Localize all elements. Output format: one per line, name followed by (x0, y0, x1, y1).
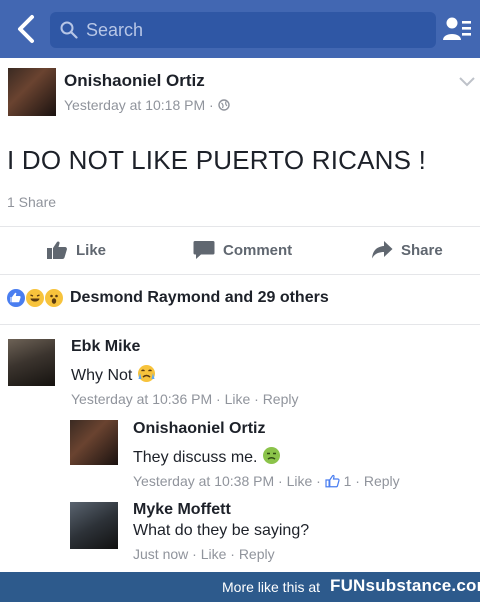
divider (0, 274, 480, 275)
post-body-text: I DO NOT LIKE PUERTO RICANS ! (7, 145, 427, 175)
reply-avatar[interactable] (70, 502, 118, 549)
comment-meta[interactable]: Yesterday at 10:36 PM · Like · Reply (71, 391, 299, 407)
top-bar: Search (0, 0, 480, 58)
post-author-name[interactable]: Onishaoniel Ortiz (64, 71, 205, 91)
reply-author-name[interactable]: Onishaoniel Ortiz (133, 420, 265, 438)
like-reaction-icon (6, 288, 26, 308)
share-button[interactable]: Share (371, 240, 461, 262)
commenter-avatar[interactable] (8, 339, 55, 386)
search-icon (60, 21, 78, 39)
comment-text: Why Not (71, 364, 156, 385)
share-count[interactable]: 1 Share (7, 194, 56, 210)
reply-time: Yesterday at 10:38 PM · Like · (133, 473, 325, 489)
post-timestamp[interactable]: Yesterday at 10:18 PM · (64, 97, 230, 113)
reply-meta[interactable]: Yesterday at 10:38 PM · Like · 1 · Reply (133, 473, 400, 489)
reply-text: What do they be saying? (133, 522, 310, 539)
post-options-chevron-icon[interactable] (458, 76, 476, 88)
friend-requests-icon[interactable] (442, 14, 472, 44)
reaction-summary[interactable]: Desmond Raymond and 29 others (70, 289, 329, 307)
reply-meta[interactable]: Just now · Like · Reply (133, 546, 275, 562)
reply-reply-link: · Reply (351, 473, 400, 489)
back-arrow-icon[interactable] (12, 14, 40, 44)
footer-more-text: More like this at (222, 579, 321, 595)
footer-brand[interactable]: FUNsubstance.com (330, 576, 480, 596)
globe-icon (217, 99, 230, 111)
divider (0, 324, 480, 325)
comment-label: Comment (223, 242, 293, 259)
like-label: Like (76, 242, 107, 259)
reply-author-name[interactable]: Myke Moffett (133, 501, 231, 519)
reply-text: They discuss me. (133, 446, 281, 467)
haha-reaction-icon (25, 288, 45, 308)
share-arrow-icon (372, 241, 393, 259)
search-input[interactable]: Search (50, 12, 436, 48)
post-header: Onishaoniel Ortiz Yesterday at 10:18 PM … (0, 58, 480, 128)
post-time-text: Yesterday at 10:18 PM · (64, 97, 218, 113)
watermark-footer: More like this at FUNsubstance.com (0, 572, 480, 602)
comment-body: Why Not (71, 367, 133, 384)
commenter-name[interactable]: Ebk Mike (71, 338, 140, 356)
share-label: Share (401, 242, 443, 259)
reply-body: They discuss me. (133, 449, 258, 466)
search-placeholder: Search (86, 20, 144, 40)
wow-reaction-icon (44, 288, 64, 308)
small-thumbs-up-icon (325, 474, 340, 488)
comment-bubble-icon (193, 241, 215, 259)
like-button[interactable]: Like (46, 240, 116, 262)
thumbs-up-icon (47, 241, 67, 259)
author-avatar[interactable] (8, 68, 56, 116)
comment-button[interactable]: Comment (193, 240, 303, 262)
crying-emoji-icon (137, 365, 155, 382)
divider (0, 226, 480, 227)
nauseated-emoji-icon (262, 447, 280, 464)
reply-avatar[interactable] (70, 420, 118, 465)
